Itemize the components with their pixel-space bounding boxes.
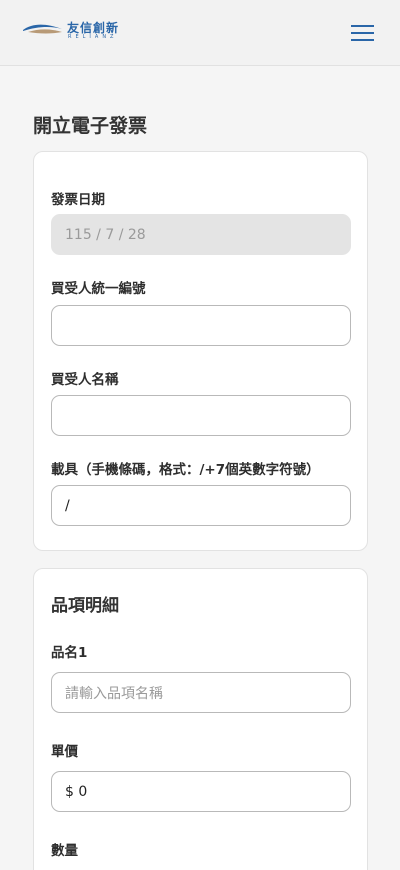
item-name-placeholder: 請輸入品項名稱 (65, 685, 163, 702)
brand-logo[interactable]: 友信創新 RELIANZ (22, 19, 132, 45)
app-header: 友信創新 RELIANZ (0, 0, 400, 66)
logo-swoosh-icon (23, 24, 62, 34)
items-section-title: 品項明細 (51, 596, 119, 616)
hamburger-icon[interactable] (350, 22, 376, 42)
items-card: 品項明細 品名1 請輸入品項名稱 單價 $ 0 數量 (33, 568, 368, 870)
carrier-label: 載具（手機條碼，格式：/+7個英數字符號） (51, 462, 320, 478)
item-name-label: 品名1 (51, 645, 88, 661)
item-name-input[interactable]: 請輸入品項名稱 (51, 672, 351, 713)
brand-name-en: RELIANZ (68, 34, 118, 40)
unit-price-label: 單價 (51, 744, 78, 760)
buyer-tax-id-input[interactable] (51, 305, 351, 346)
unit-price-value: $ 0 (65, 783, 88, 800)
buyer-name-label: 買受人名稱 (51, 372, 119, 388)
carrier-value: / (65, 497, 70, 514)
invoice-date-field: 115 / 7 / 28 (51, 214, 351, 255)
buyer-name-input[interactable] (51, 395, 351, 436)
unit-price-input[interactable]: $ 0 (51, 771, 351, 812)
buyer-tax-id-label: 買受人統一編號 (51, 281, 146, 297)
carrier-input[interactable]: / (51, 485, 351, 526)
quantity-label: 數量 (51, 843, 78, 859)
invoice-info-card: 發票日期 115 / 7 / 28 買受人統一編號 買受人名稱 載具（手機條碼，… (33, 151, 368, 551)
invoice-date-label: 發票日期 (51, 192, 105, 208)
invoice-date-value: 115 / 7 / 28 (65, 226, 146, 243)
page-title: 開立電子發票 (33, 115, 148, 137)
